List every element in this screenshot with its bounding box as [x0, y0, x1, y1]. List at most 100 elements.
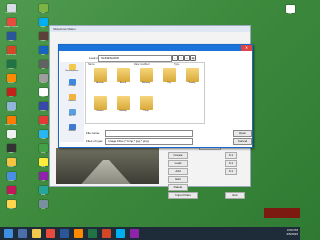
open-button[interactable]: Open: [233, 130, 252, 137]
value-field-3[interactable]: 0.1: [225, 168, 237, 175]
desktop-icon-label: PDF: [9, 96, 13, 98]
folder-item[interactable]: City: [159, 68, 179, 94]
delete-button[interactable]: Delete: [168, 184, 188, 191]
road-photo: [56, 148, 159, 184]
desktop-icon[interactable]: Camera: [36, 74, 50, 88]
exit-button[interactable]: Exit: [225, 192, 245, 199]
column-header-name[interactable]: Name: [88, 63, 95, 66]
desktop-icon[interactable]: Google Chrome: [4, 18, 18, 32]
desktop-icon[interactable]: Firefox: [4, 74, 18, 88]
import-files-button[interactable]: Import Files: [168, 192, 198, 199]
desktop-icon[interactable]: Video: [4, 144, 18, 158]
folder-label: Autumn: [96, 82, 104, 84]
look-in-select[interactable]: SLIDESHOW: [98, 55, 172, 62]
folder-item[interactable]: Holiday: [113, 96, 133, 122]
folder-label: Birthday: [141, 82, 151, 84]
desktop-icon[interactable]: Music: [4, 186, 18, 200]
value-field-2[interactable]: 0.1: [225, 160, 237, 167]
column-header-type[interactable]: Type: [174, 63, 179, 66]
desktop-icon[interactable]: Cloud: [36, 130, 50, 144]
docs-icon: [38, 88, 48, 96]
file-name-input[interactable]: [105, 130, 193, 137]
calculator-icon: [38, 4, 48, 12]
folder-item[interactable]: Garden: [90, 96, 110, 122]
desktop-icon[interactable]: Help: [36, 158, 50, 172]
place-label: Desktop: [68, 85, 76, 87]
folder-item[interactable]: Beach: [113, 68, 133, 94]
search-icon[interactable]: [18, 229, 27, 238]
place-network[interactable]: Network: [62, 124, 82, 136]
app-icon: [6, 130, 16, 138]
folder-label: Holiday: [119, 110, 127, 112]
folder-item[interactable]: Party: [136, 96, 156, 122]
excel-icon[interactable]: [88, 229, 97, 238]
view-menu-icon[interactable]: ▤: [190, 55, 196, 61]
place-this-pc[interactable]: This PC: [62, 109, 82, 121]
desktop-icon[interactable]: Editor: [36, 102, 50, 116]
close-icon[interactable]: ✕: [241, 45, 252, 51]
desktop-icon-label: Help: [40, 166, 46, 168]
desktop-icon[interactable]: App: [4, 130, 18, 144]
desktop-icon[interactable]: Mail: [36, 46, 50, 60]
place-recent[interactable]: Recent places: [62, 64, 82, 76]
edit-button[interactable]: Edit: [168, 176, 188, 183]
mail-icon: [38, 46, 48, 54]
media-icon[interactable]: [130, 229, 139, 238]
desktop-icon[interactable]: Tool: [36, 60, 50, 74]
word-icon[interactable]: [60, 229, 69, 238]
editor-icon: [38, 102, 48, 110]
desktop-icon[interactable]: Calc: [36, 4, 50, 18]
media-player-icon: [6, 116, 16, 124]
desktop-icon[interactable]: Player: [36, 116, 50, 130]
desktop-icon[interactable]: Photos: [4, 172, 18, 186]
load-button[interactable]: Load: [168, 160, 188, 167]
chrome-icon[interactable]: [46, 229, 55, 238]
desktop-icon[interactable]: Chat: [36, 172, 50, 186]
column-header-date[interactable]: Date modified: [134, 63, 149, 66]
file-type-select[interactable]: Image Files (*.bmp;*.jpg;*.png): [105, 138, 193, 145]
desktop-icon[interactable]: Shop: [36, 144, 50, 158]
desktop-icon[interactable]: Docs: [36, 88, 50, 102]
folder-item[interactable]: Autumn: [90, 68, 110, 94]
folder-icon: [162, 68, 176, 82]
firefox-icon[interactable]: [74, 229, 83, 238]
desktop-icon[interactable]: Skype: [36, 18, 50, 32]
desktop-icon[interactable]: PDF: [4, 88, 18, 102]
tool-icon: [38, 60, 48, 68]
desktop-icon[interactable]: Excel: [4, 60, 18, 74]
desktop-icon-label: File: [288, 13, 292, 15]
add-button[interactable]: Add: [168, 168, 188, 175]
store-icon[interactable]: [116, 229, 125, 238]
desktop-icon[interactable]: Game: [36, 32, 50, 46]
cancel-button[interactable]: Cancel: [233, 138, 252, 145]
desktop-icon-label: Excel: [8, 68, 14, 70]
folder-item[interactable]: Family: [182, 68, 202, 94]
folder-icon: [6, 158, 16, 166]
desktop-icon[interactable]: Media Player: [4, 116, 18, 130]
desktop-icon[interactable]: Paint: [4, 200, 18, 214]
player-icon: [38, 116, 48, 124]
music-icon: [6, 186, 16, 194]
file-explorer-icon[interactable]: [32, 229, 41, 238]
desktop-icon[interactable]: Folder: [4, 158, 18, 172]
desktop-icon-right[interactable]: File: [283, 5, 297, 19]
paint-icon: [6, 200, 16, 208]
powerpoint-icon[interactable]: [102, 229, 111, 238]
place-desktop[interactable]: Desktop: [62, 79, 82, 91]
start-icon[interactable]: [4, 229, 13, 238]
desktop-icon[interactable]: Disk: [36, 200, 50, 214]
place-label: Network: [68, 130, 76, 132]
desktop-icon-label: PowerPoint: [5, 54, 17, 56]
desktop-icon[interactable]: Notepad: [4, 102, 18, 116]
open-file-dialog: ✕ Look in: SLIDESHOW ← ↑ + ▤ Recent plac…: [58, 44, 253, 148]
desktop-icon[interactable]: Map: [36, 186, 50, 200]
desktop-icon[interactable]: Word: [4, 32, 18, 46]
desktop-icon[interactable]: Recycle Bin: [4, 4, 18, 18]
place-libraries[interactable]: Libraries: [62, 94, 82, 106]
system-clock[interactable]: 3:00 PM 4/5/2015: [286, 228, 298, 236]
value-field-1[interactable]: 0.1: [225, 152, 237, 159]
desktop-icon-label: Media Player: [5, 124, 17, 126]
create-button[interactable]: Create: [168, 152, 188, 159]
folder-item[interactable]: Birthday: [136, 68, 156, 94]
desktop-icon[interactable]: PowerPoint: [4, 46, 18, 60]
